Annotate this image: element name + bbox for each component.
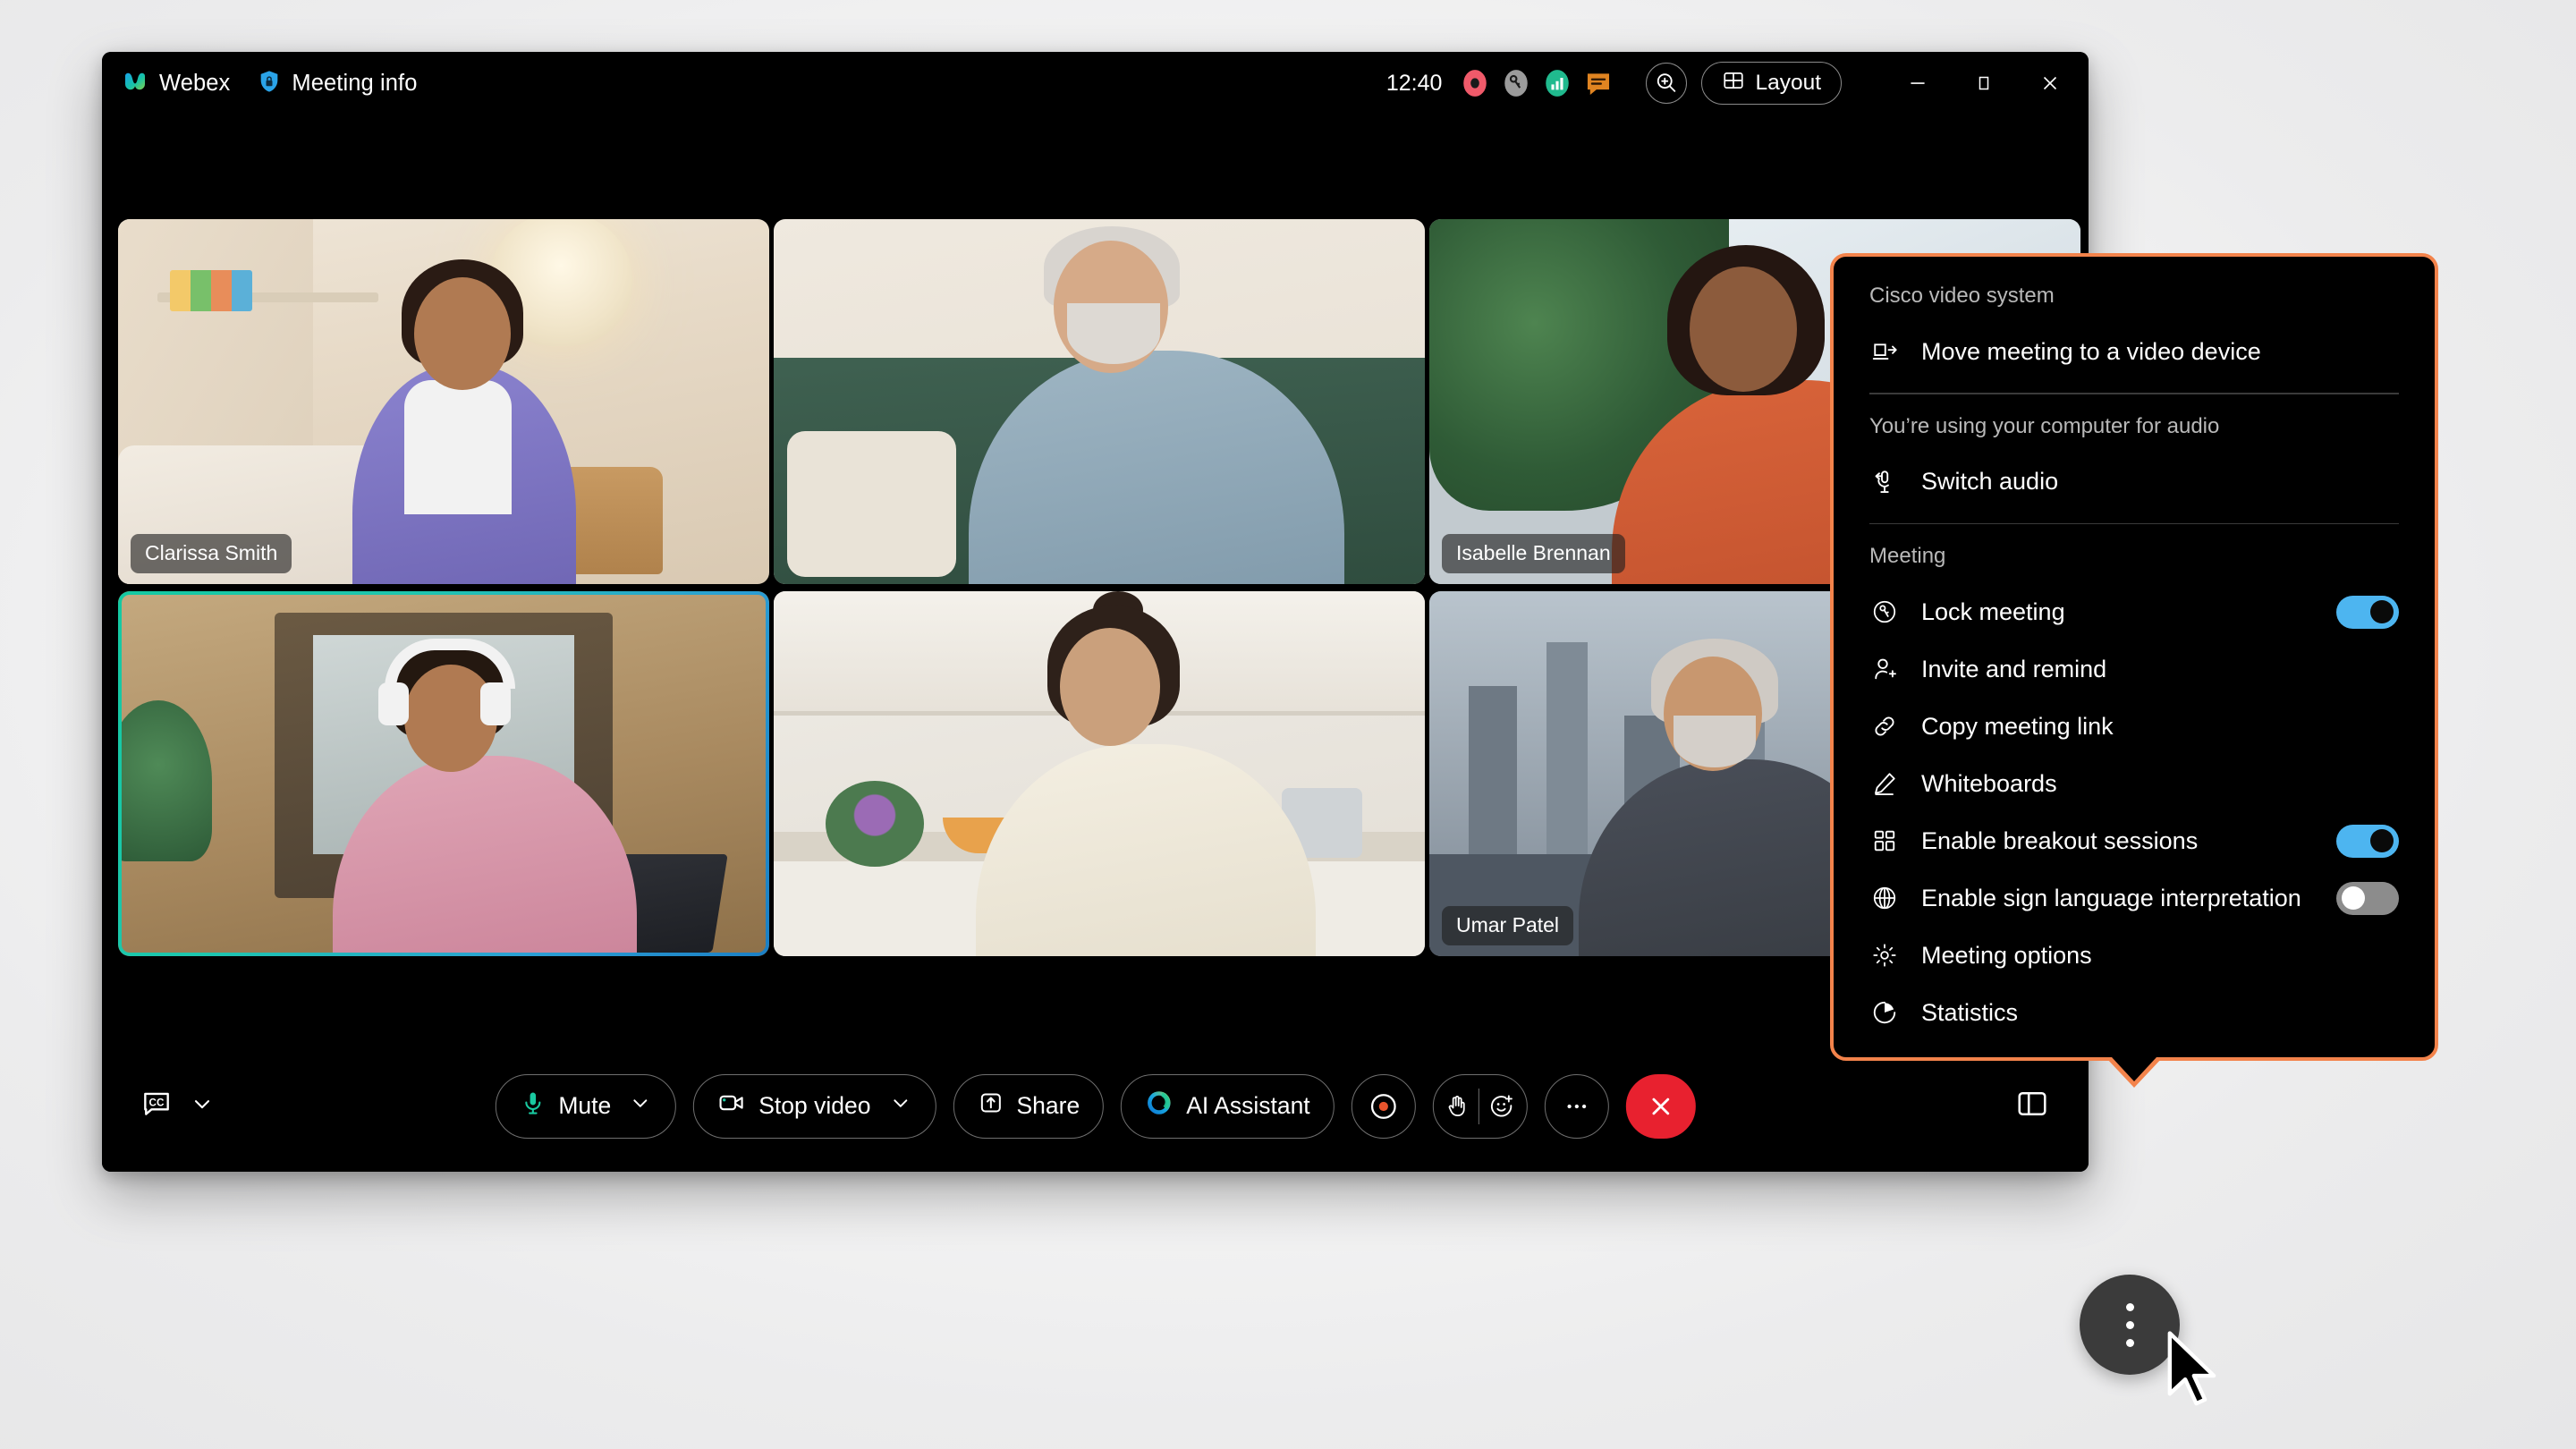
menu-item-label: Enable breakout sessions bbox=[1921, 826, 2199, 854]
closed-captions-button[interactable]: CC bbox=[140, 1087, 215, 1125]
ai-assistant-icon bbox=[1145, 1089, 1174, 1123]
meeting-clock: 12:40 bbox=[1385, 70, 1443, 96]
leave-meeting-button[interactable] bbox=[1625, 1073, 1696, 1139]
menu-item-meeting-options[interactable]: Meeting options bbox=[1834, 927, 2435, 984]
participants-button[interactable] bbox=[2015, 1087, 2049, 1125]
participant-tile-active-speaker[interactable] bbox=[118, 591, 769, 956]
meeting-options-popover: Cisco video system Move meeting to a vid… bbox=[1830, 253, 2438, 1088]
globe-icon bbox=[1869, 885, 1900, 911]
app-brand: Webex bbox=[122, 68, 230, 99]
meeting-control-bar: CC Mute Stop video Share AI Assistant bbox=[102, 1040, 2089, 1172]
stop-video-button[interactable]: Stop video bbox=[693, 1073, 936, 1139]
popover-section-title-audio: You’re using your computer for audio bbox=[1869, 413, 2220, 438]
app-name: Webex bbox=[159, 70, 231, 96]
vertical-ellipsis-icon bbox=[2125, 1302, 2134, 1347]
chat-bubble-icon[interactable] bbox=[1583, 68, 1614, 98]
lock-meeting-toggle[interactable] bbox=[2336, 595, 2399, 629]
minimize-button[interactable] bbox=[1885, 52, 1951, 114]
menu-item-move-meeting-to-a-video-device[interactable]: Move meeting to a video device bbox=[1834, 323, 2435, 380]
mute-chevron-down-icon[interactable] bbox=[629, 1091, 652, 1121]
menu-item-label: Switch audio bbox=[1921, 468, 2059, 496]
grid-squares-icon bbox=[1869, 828, 1900, 853]
share-screen-icon bbox=[977, 1089, 1004, 1123]
participant-name-badge: Clarissa Smith bbox=[131, 534, 292, 573]
reactions-button[interactable] bbox=[1432, 1073, 1528, 1139]
popover-section-title-meeting: Meeting bbox=[1869, 544, 1946, 568]
link-icon bbox=[1869, 713, 1900, 740]
menu-item-label: Lock meeting bbox=[1921, 597, 2065, 625]
title-bar: Webex Meeting info 12:40 Layout bbox=[102, 52, 2089, 114]
participant-name-badge: Umar Patel bbox=[1442, 906, 1574, 945]
menu-item-label: Copy meeting link bbox=[1921, 712, 2114, 740]
menu-item-enable-breakout-sessions[interactable]: Enable breakout sessions bbox=[1834, 812, 2435, 869]
meeting-info-button[interactable]: Meeting info bbox=[257, 69, 417, 98]
shield-lock-icon bbox=[257, 69, 282, 98]
menu-item-label: Move meeting to a video device bbox=[1921, 337, 2261, 365]
ai-assistant-button[interactable]: AI Assistant bbox=[1121, 1073, 1335, 1139]
layout-grid-icon bbox=[1722, 69, 1745, 98]
share-button-label: Share bbox=[1016, 1092, 1080, 1119]
close-button[interactable] bbox=[2017, 52, 2083, 114]
network-quality-icon[interactable] bbox=[1542, 68, 1572, 98]
menu-item-statistics[interactable]: Statistics bbox=[1834, 984, 2435, 1041]
record-button[interactable] bbox=[1351, 1073, 1416, 1139]
menu-item-copy-meeting-link[interactable]: Copy meeting link bbox=[1834, 698, 2435, 755]
popover-divider bbox=[1869, 522, 2399, 524]
recording-indicator-icon[interactable] bbox=[1460, 68, 1490, 98]
menu-item-enable-sign-language-interpretation[interactable]: Enable sign language interpretation bbox=[1834, 869, 2435, 927]
mouse-cursor bbox=[2163, 1330, 2227, 1409]
menu-item-lock-meeting[interactable]: Lock meeting bbox=[1834, 583, 2435, 640]
video-stage: Clarissa Smith Isabelle Brennan Umar Pat… bbox=[102, 114, 2089, 1103]
share-button[interactable]: Share bbox=[953, 1073, 1105, 1139]
menu-item-label: Invite and remind bbox=[1921, 655, 2107, 682]
menu-item-label: Meeting options bbox=[1921, 941, 2092, 969]
popover-section-title-cisco-video-system: Cisco video system bbox=[1869, 284, 2055, 308]
pencil-icon bbox=[1869, 770, 1900, 797]
more-options-button[interactable] bbox=[1544, 1073, 1609, 1139]
raise-hand-icon[interactable] bbox=[1445, 1094, 1479, 1119]
mute-button[interactable]: Mute bbox=[495, 1073, 677, 1139]
svg-text:CC: CC bbox=[149, 1097, 165, 1109]
invite-person-icon bbox=[1869, 656, 1900, 682]
menu-item-switch-audio[interactable]: Switch audio bbox=[1834, 453, 2435, 511]
meeting-info-label: Meeting info bbox=[292, 70, 418, 96]
gear-icon bbox=[1869, 942, 1900, 969]
zoom-search-button[interactable] bbox=[1646, 63, 1688, 104]
status-icon-group bbox=[1460, 68, 1614, 98]
microphone-icon bbox=[519, 1089, 546, 1123]
switch-audio-icon bbox=[1869, 469, 1900, 496]
ai-assistant-button-label: AI Assistant bbox=[1186, 1092, 1310, 1119]
participant-tile[interactable] bbox=[774, 591, 1425, 956]
menu-item-label: Whiteboards bbox=[1921, 769, 2057, 797]
enable-breakout-sessions-toggle[interactable] bbox=[2336, 824, 2399, 858]
meeting-locked-key-icon[interactable] bbox=[1501, 68, 1531, 98]
webex-meeting-window: Webex Meeting info 12:40 Layout Clarissa… bbox=[102, 52, 2089, 1172]
stop-video-button-label: Stop video bbox=[758, 1092, 871, 1119]
popover-divider bbox=[1869, 393, 2399, 394]
menu-item-label: Statistics bbox=[1921, 998, 2019, 1026]
layout-button-label: Layout bbox=[1755, 71, 1821, 95]
move-to-device-icon bbox=[1869, 338, 1900, 365]
layout-button[interactable]: Layout bbox=[1701, 62, 1842, 105]
menu-item-label: Enable sign language interpretation bbox=[1921, 884, 2301, 911]
statistics-pie-icon bbox=[1869, 999, 1900, 1026]
menu-item-invite-and-remind[interactable]: Invite and remind bbox=[1834, 640, 2435, 698]
webex-logo-icon bbox=[122, 68, 148, 99]
participant-name-badge: Isabelle Brennan bbox=[1442, 534, 1625, 573]
participant-tile[interactable]: Clarissa Smith bbox=[118, 219, 769, 584]
cc-chevron-down-icon[interactable] bbox=[190, 1091, 215, 1121]
participant-tile[interactable] bbox=[774, 219, 1425, 584]
participant-grid: Clarissa Smith Isabelle Brennan Umar Pat… bbox=[118, 219, 2080, 956]
emoji-reaction-icon[interactable] bbox=[1479, 1093, 1515, 1120]
popover-callout-arrow bbox=[2106, 1057, 2163, 1088]
stop-video-chevron-down-icon[interactable] bbox=[888, 1091, 911, 1121]
enable-sign-language-interpretation-toggle[interactable] bbox=[2336, 881, 2399, 915]
lock-key-icon bbox=[1869, 598, 1900, 625]
mute-button-label: Mute bbox=[558, 1092, 612, 1119]
maximize-button[interactable] bbox=[1951, 52, 2017, 114]
camera-icon bbox=[717, 1089, 746, 1123]
cc-icon: CC bbox=[140, 1087, 174, 1125]
menu-item-whiteboards[interactable]: Whiteboards bbox=[1834, 755, 2435, 812]
